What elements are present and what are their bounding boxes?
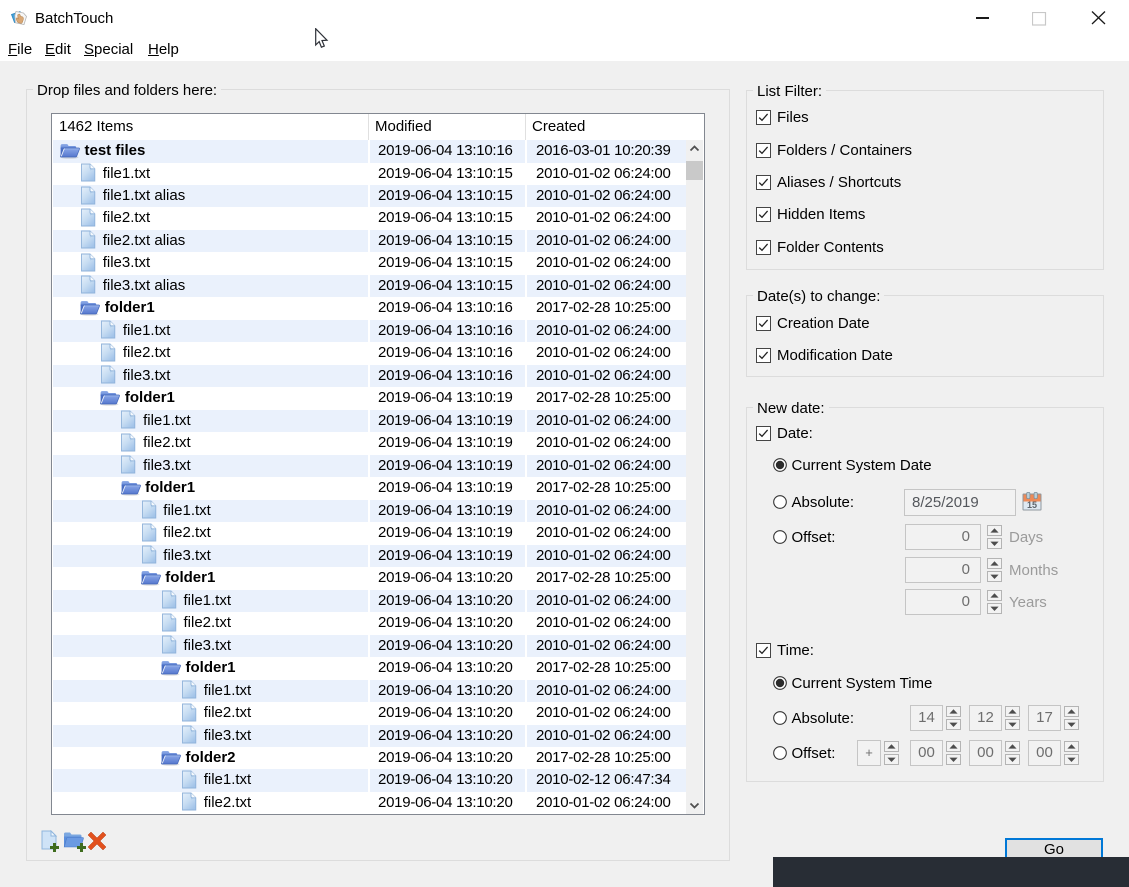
svg-text:15: 15 [1027, 500, 1037, 510]
